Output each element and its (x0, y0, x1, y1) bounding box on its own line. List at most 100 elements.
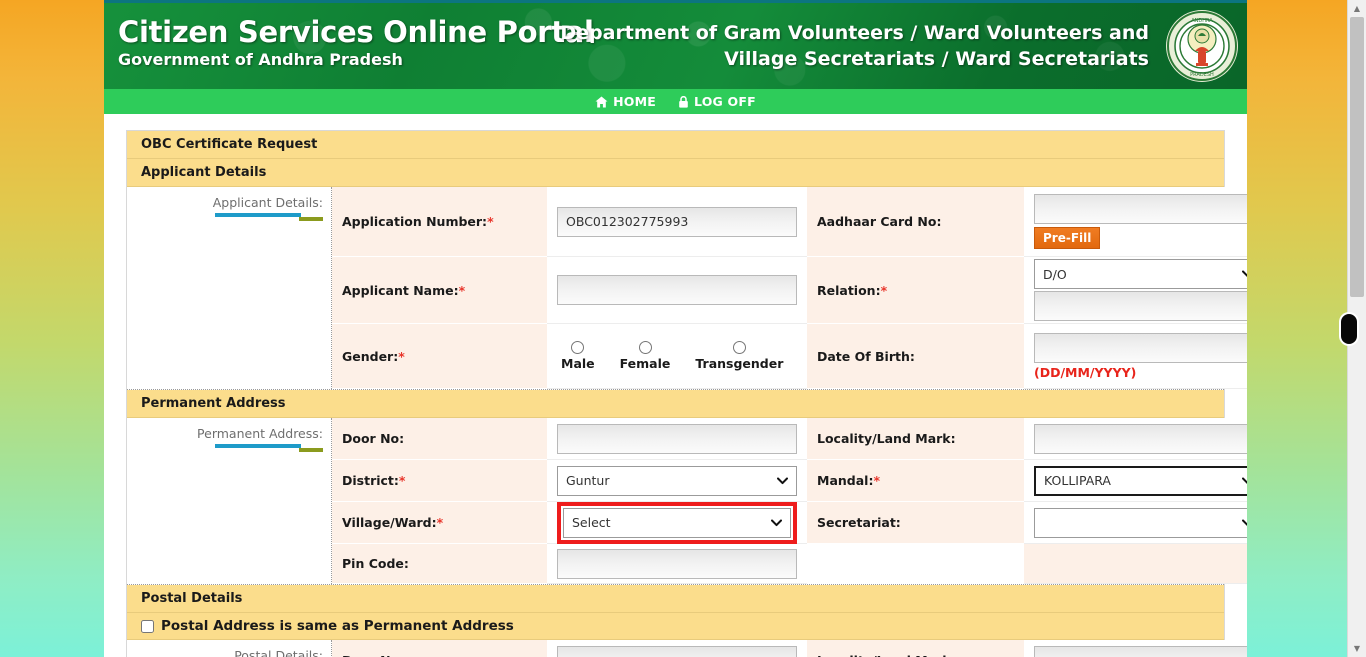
required-asterisk: * (436, 515, 444, 530)
portal-title: Citizen Services Online Portal (118, 15, 594, 49)
label-gender: Gender: * (332, 324, 547, 389)
applicant-side-underline (127, 213, 323, 221)
field-relation: D/O (1024, 257, 1247, 324)
label-district-text: District: (342, 473, 399, 488)
side-underline-olive (299, 217, 323, 221)
applicant-side-column: Applicant Details: (127, 187, 332, 389)
gender-radio-transgender[interactable] (732, 341, 746, 354)
village-ward-select-wrap: Select (563, 507, 791, 538)
label-mandal: Mandal: * (807, 460, 1024, 502)
required-asterisk: * (398, 473, 406, 488)
page-container: Citizen Services Online Portal Governmen… (104, 0, 1247, 657)
aadhaar-card-no-input[interactable] (1034, 194, 1247, 224)
label-village-ward-text: Village/Ward: (342, 515, 437, 530)
pin-code-input[interactable] (557, 548, 797, 579)
postal-door-no-input[interactable] (557, 645, 797, 657)
locality-land-mark-input[interactable] (1034, 423, 1247, 454)
district-select[interactable]: Guntur (557, 465, 797, 496)
relation-select-wrap: D/O (1034, 259, 1247, 289)
gender-radio-female[interactable] (638, 341, 652, 354)
lock-icon (679, 95, 688, 108)
label-applicant-name-text: Applicant Name: (342, 282, 459, 298)
permanent-side-underline (127, 444, 323, 452)
label-door-no-text: Door No: (342, 431, 405, 446)
side-underline-blue (215, 444, 301, 448)
date-of-birth-input[interactable] (1034, 332, 1247, 363)
scroll-up-arrow-icon[interactable]: ▲ (1348, 0, 1366, 17)
required-asterisk: * (880, 282, 888, 298)
applicant-name-input[interactable] (557, 275, 797, 305)
svg-text:ANDHRA: ANDHRA (1191, 18, 1213, 24)
section-header-permanent-address: Permanent Address (127, 390, 1224, 418)
form-row-application-number: Application Number:* Aadhaar Card No: Pr… (332, 187, 1247, 257)
label-pin-code: Pin Code: (332, 544, 547, 584)
form-row-postal-door-no: Door No: Locality/Land Mark: (332, 640, 1247, 657)
field-postal-door-no (547, 640, 807, 657)
mandal-select[interactable]: KOLLIPARA (1034, 465, 1247, 496)
field-mandal: KOLLIPARA (1024, 460, 1247, 502)
nav-logoff[interactable]: LOG OFF (678, 94, 756, 109)
portal-subtitle: Government of Andhra Pradesh (118, 50, 403, 69)
label-date-of-birth: Date Of Birth: (807, 324, 1024, 389)
gender-label-female: Female (619, 356, 671, 371)
postal-same-as-permanent-row[interactable]: Postal Address is same as Permanent Addr… (127, 613, 1224, 640)
door-no-input[interactable] (557, 423, 797, 454)
site-header: Citizen Services Online Portal Governmen… (104, 0, 1247, 89)
gender-option-transgender[interactable]: Transgender (695, 341, 783, 371)
required-asterisk: * (458, 282, 466, 298)
label-postal-locality: Locality/Land Mark: (807, 640, 1024, 657)
gender-radio-group: Male Female Transgender (557, 341, 797, 371)
gender-label-male: Male (561, 356, 595, 371)
application-number-input[interactable] (557, 206, 797, 237)
postal-details-body: Postal Details: Door No: Locality/Land M… (127, 640, 1247, 657)
secretariat-select[interactable] (1034, 507, 1247, 538)
form-row-village-secretariat: Village/Ward: * Select Secretariat: (332, 501, 1247, 544)
nav-home[interactable]: HOME (595, 94, 656, 109)
label-locality-text: Locality/Land Mark: (817, 431, 956, 446)
field-applicant-name (547, 257, 807, 324)
scroll-down-arrow-icon[interactable]: ▼ (1348, 640, 1366, 657)
pre-fill-button[interactable]: Pre-Fill (1034, 227, 1101, 249)
permanent-side-column: Permanent Address: (127, 418, 332, 584)
form-row-applicant-name: Applicant Name: * Relation: * D/O (332, 257, 1247, 324)
svg-text:PRADESH: PRADESH (1190, 72, 1214, 78)
field-pin-code (547, 544, 807, 584)
scrollbar-thumb[interactable] (1350, 17, 1364, 297)
label-relation: Relation: * (807, 257, 1024, 324)
state-emblem-icon: ANDHRA PRADESH (1166, 10, 1238, 82)
department-line-2: Village Secretariats / Ward Secretariats (724, 48, 1149, 70)
field-district: Guntur (547, 460, 807, 502)
form-row-gender-dob: Gender: * Male Female Transgender Date O… (332, 324, 1247, 389)
form-title-bar: OBC Certificate Request (127, 131, 1224, 159)
village-ward-select[interactable]: Select (563, 507, 791, 538)
side-underline-blue (215, 213, 301, 217)
field-date-of-birth: (DD/MM/YYYY) (1024, 324, 1247, 389)
gender-option-male[interactable]: Male (561, 341, 595, 371)
gender-radio-male[interactable] (571, 341, 585, 354)
form-row-door-no: Door No: Locality/Land Mark: (332, 418, 1247, 460)
label-postal-door-no-text: Door No: (342, 653, 404, 657)
relation-select[interactable]: D/O (1034, 259, 1247, 289)
label-relation-text: Relation: (817, 282, 881, 298)
applicant-details-body: Applicant Details: Application Number:* (127, 187, 1247, 390)
gender-option-female[interactable]: Female (619, 341, 671, 371)
label-postal-locality-text: Locality/Land Mark: (817, 653, 956, 657)
postal-same-as-permanent-checkbox[interactable] (141, 619, 154, 633)
department-line-1: Department of Gram Volunteers / Ward Vol… (560, 22, 1149, 44)
side-underline-olive (299, 448, 323, 452)
label-applicant-name: Applicant Name: * (332, 257, 547, 324)
label-application-number: Application Number: * (332, 187, 547, 257)
label-district: District: * (332, 460, 547, 502)
postal-address-fields: Door No: Locality/Land Mark: (332, 640, 1247, 657)
empty-input-cell (1024, 544, 1247, 584)
district-select-wrap: Guntur (557, 465, 797, 496)
label-dob-text: Date Of Birth: (817, 348, 915, 364)
empty-label-cell (807, 544, 1024, 584)
label-gender-text: Gender: (342, 348, 399, 364)
required-asterisk: * (398, 348, 405, 364)
relation-name-input[interactable] (1034, 291, 1247, 321)
postal-locality-input[interactable] (1034, 645, 1247, 657)
field-aadhaar-card-no: Pre-Fill (1024, 187, 1247, 257)
mandal-select-wrap: KOLLIPARA (1034, 465, 1247, 496)
home-icon (595, 96, 608, 107)
